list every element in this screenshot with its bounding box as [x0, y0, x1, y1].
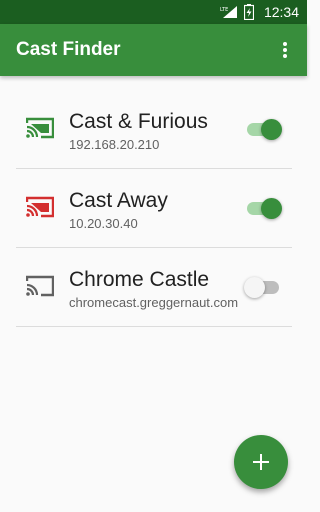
device-row[interactable]: Cast Away 10.20.30.40 [16, 169, 292, 248]
device-address: 10.20.30.40 [69, 216, 138, 231]
device-name: Cast Away [69, 189, 168, 212]
lte-signal-icon: LTE [220, 5, 238, 19]
status-bar: LTE 12:34 [0, 0, 307, 24]
device-row[interactable]: Chrome Castle chromecast.greggernaut.com [16, 248, 292, 327]
app-title: Cast Finder [16, 39, 121, 60]
cast-connected-icon [25, 117, 55, 139]
battery-charging-icon [243, 4, 254, 20]
device-toggle[interactable] [244, 276, 282, 298]
network-label: LTE [220, 7, 228, 13]
device-name: Cast & Furious [69, 110, 208, 133]
device-address: chromecast.greggernaut.com [69, 295, 239, 310]
device-address: 192.168.20.210 [69, 137, 160, 152]
device-name: Chrome Castle [69, 268, 210, 291]
add-icon [253, 454, 269, 470]
device-toggle[interactable] [244, 118, 282, 140]
more-vert-icon[interactable] [273, 38, 297, 62]
app-bar: Cast Finder [0, 24, 307, 76]
device-row[interactable]: Cast & Furious 192.168.20.210 [16, 90, 292, 169]
device-list: Cast & Furious 192.168.20.210 Cast Away … [16, 90, 292, 327]
cast-connected-icon [25, 196, 55, 218]
add-device-button[interactable] [234, 435, 288, 489]
device-toggle[interactable] [244, 197, 282, 219]
status-time: 12:34 [263, 4, 299, 20]
cast-icon [25, 275, 55, 297]
